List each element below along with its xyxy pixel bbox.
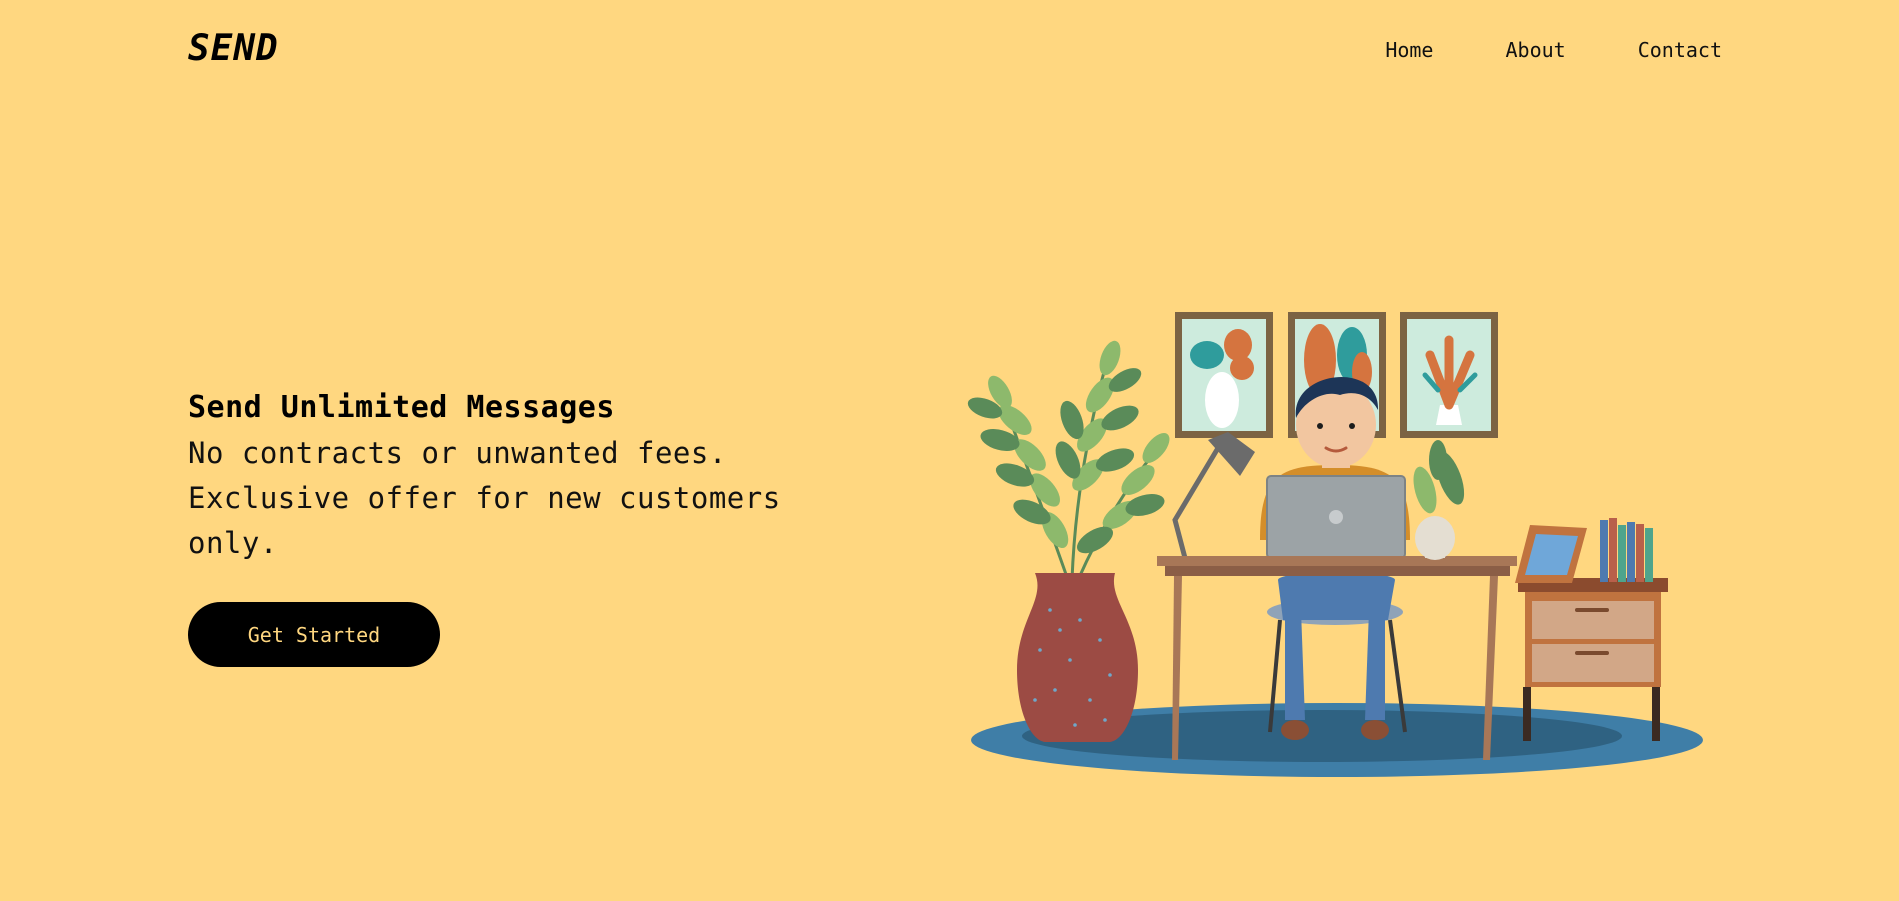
get-started-button[interactable]: Get Started [188, 602, 440, 667]
nav-contact-link[interactable]: Contact [1638, 38, 1722, 62]
hero-title: Send Unlimited Messages [188, 390, 615, 425]
nav-home-link[interactable]: Home [1385, 38, 1433, 62]
plant-leaves [967, 340, 1170, 581]
laptop [1266, 475, 1406, 559]
desk-lamp [1172, 432, 1255, 561]
nav-about-link[interactable]: About [1505, 38, 1565, 62]
hero-section: Send Unlimited Messages No contracts or … [188, 390, 828, 566]
hero-subtitle: No contracts or unwanted fees. Exclusive… [188, 436, 781, 560]
books [1600, 518, 1653, 582]
small-plant [1413, 440, 1465, 560]
vase [1017, 573, 1138, 742]
person-working-at-desk-illustration [967, 312, 1703, 777]
logo[interactable]: SEND [188, 28, 279, 69]
main-nav: Home About Contact [1385, 38, 1722, 62]
